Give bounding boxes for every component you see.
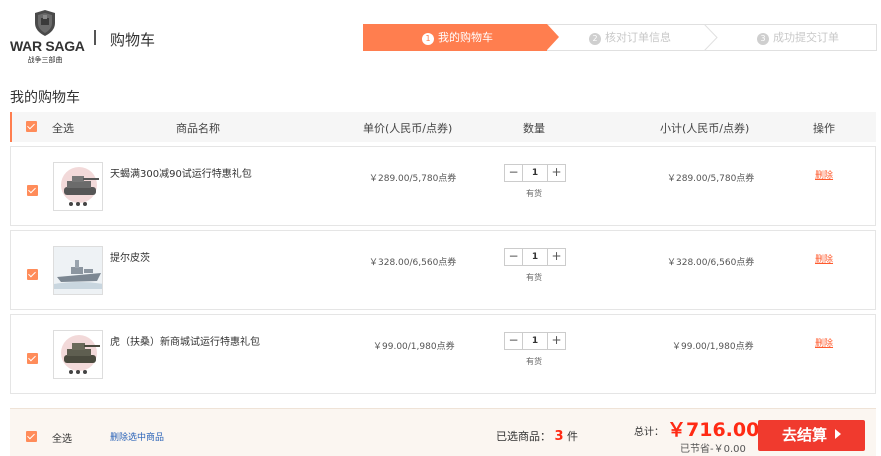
quantity-value[interactable]: 1 <box>524 249 546 265</box>
item-checkbox[interactable] <box>27 269 38 280</box>
battleship-icon <box>54 247 102 294</box>
shield-logo-icon <box>35 10 55 36</box>
unit-price: ￥328.00/6,560点券 <box>369 258 457 268</box>
step-label: 核对订单信息 <box>605 31 671 44</box>
footer-select-all-label: 全选 <box>52 434 72 445</box>
header-divider <box>94 30 96 45</box>
delete-selected-link[interactable]: 删除选中商品 <box>110 430 164 443</box>
section-title: 我的购物车 <box>10 90 80 106</box>
step-confirm-order: 2 核对订单信息 <box>589 25 671 50</box>
quantity-increase-button[interactable]: + <box>547 165 565 181</box>
quantity-increase-button[interactable]: + <box>547 249 565 265</box>
product-name[interactable]: 天蝎满300减90试运行特惠礼包 <box>110 165 252 180</box>
quantity-stepper: − 1 + <box>504 248 566 266</box>
product-thumbnail[interactable] <box>53 162 103 211</box>
cart-table-header: 全选 商品名称 单价(人民币/点券) 数量 小计(人民币/点券) 操作 <box>10 112 876 142</box>
tank-icon <box>61 167 99 206</box>
stock-status: 有货 <box>526 189 542 198</box>
step-number: 1 <box>422 33 434 45</box>
quantity-decrease-button[interactable]: − <box>505 165 523 181</box>
total-label: 总计： <box>634 427 664 438</box>
step-my-cart: 1 我的购物车 <box>422 25 493 50</box>
checkout-button[interactable]: 去结算 <box>758 420 865 451</box>
item-subtotal: ￥289.00/5,780点券 <box>667 174 755 184</box>
item-subtotal: ￥328.00/6,560点券 <box>667 258 755 268</box>
item-checkbox[interactable] <box>27 185 38 196</box>
quantity-decrease-button[interactable]: − <box>505 333 523 349</box>
stock-status: 有货 <box>526 273 542 282</box>
item-subtotal: ￥99.00/1,980点券 <box>672 342 754 352</box>
step-order-submitted: 3 成功提交订单 <box>757 25 839 50</box>
checkout-progress-steps: 1 我的购物车 2 核对订单信息 3 成功提交订单 <box>363 24 877 51</box>
quantity-value[interactable]: 1 <box>524 333 546 349</box>
quantity-stepper: − 1 + <box>504 164 566 182</box>
footer-select-all-checkbox[interactable] <box>26 431 37 442</box>
war-saga-logo[interactable]: WAR SAGA 战争三部曲 <box>10 8 85 66</box>
selected-prefix: 已选商品： <box>496 430 551 443</box>
active-step-arrow <box>547 24 559 50</box>
selected-suffix: 件 <box>567 430 579 443</box>
delete-item-link[interactable]: 删除 <box>815 168 833 181</box>
unit-price: ￥289.00/5,780点券 <box>369 174 457 184</box>
delete-item-link[interactable]: 删除 <box>815 252 833 265</box>
product-thumbnail[interactable] <box>53 330 103 379</box>
column-unit-price: 单价(人民币/点券) <box>363 122 453 135</box>
column-product-name: 商品名称 <box>176 122 220 135</box>
selected-count-value: 3 <box>554 429 564 444</box>
step-divider-chevron-icon <box>704 24 718 51</box>
step-number: 2 <box>589 33 601 45</box>
item-checkbox[interactable] <box>27 353 38 364</box>
brand-name: WAR SAGA <box>10 38 85 54</box>
column-quantity: 数量 <box>523 122 545 135</box>
play-arrow-icon <box>835 429 841 439</box>
select-all-label: 全选 <box>52 122 74 135</box>
checkout-label: 去结算 <box>781 426 827 444</box>
step-label: 我的购物车 <box>438 31 493 44</box>
tank-icon <box>61 335 100 374</box>
cart-item-row: 虎（扶桑）新商城试运行特惠礼包 ￥99.00/1,980点券 − 1 + 有货 … <box>10 314 876 394</box>
quantity-stepper: − 1 + <box>504 332 566 350</box>
quantity-decrease-button[interactable]: − <box>505 249 523 265</box>
stock-status: 有货 <box>526 357 542 366</box>
product-name[interactable]: 提尔皮茨 <box>110 249 150 264</box>
column-subtotal: 小计(人民币/点券) <box>660 122 750 135</box>
saved-amount: 已节省-￥0.00 <box>680 444 746 455</box>
brand-subtitle: 战争三部曲 <box>27 56 63 64</box>
step-label: 成功提交订单 <box>773 31 839 44</box>
quantity-value[interactable]: 1 <box>524 165 546 181</box>
product-thumbnail[interactable] <box>53 246 103 295</box>
quantity-increase-button[interactable]: + <box>547 333 565 349</box>
column-action: 操作 <box>813 122 835 135</box>
delete-item-link[interactable]: 删除 <box>815 336 833 349</box>
page-title: 购物车 <box>110 31 156 49</box>
cart-footer: 全选 删除选中商品 已选商品： 3 件 总计： ￥716.00 已节省-￥0.0… <box>10 408 876 456</box>
product-name[interactable]: 虎（扶桑）新商城试运行特惠礼包 <box>110 333 260 348</box>
unit-price: ￥99.00/1,980点券 <box>373 342 455 352</box>
cart-item-row: 天蝎满300减90试运行特惠礼包 ￥289.00/5,780点券 − 1 + 有… <box>10 146 876 226</box>
selected-count: 已选商品： 3 件 <box>496 428 578 444</box>
select-all-checkbox[interactable] <box>26 121 37 132</box>
cart-item-row: 提尔皮茨 ￥328.00/6,560点券 − 1 + 有货 ￥328.00/6,… <box>10 230 876 310</box>
step-number: 3 <box>757 33 769 45</box>
total-amount: ￥716.00 <box>667 419 760 441</box>
